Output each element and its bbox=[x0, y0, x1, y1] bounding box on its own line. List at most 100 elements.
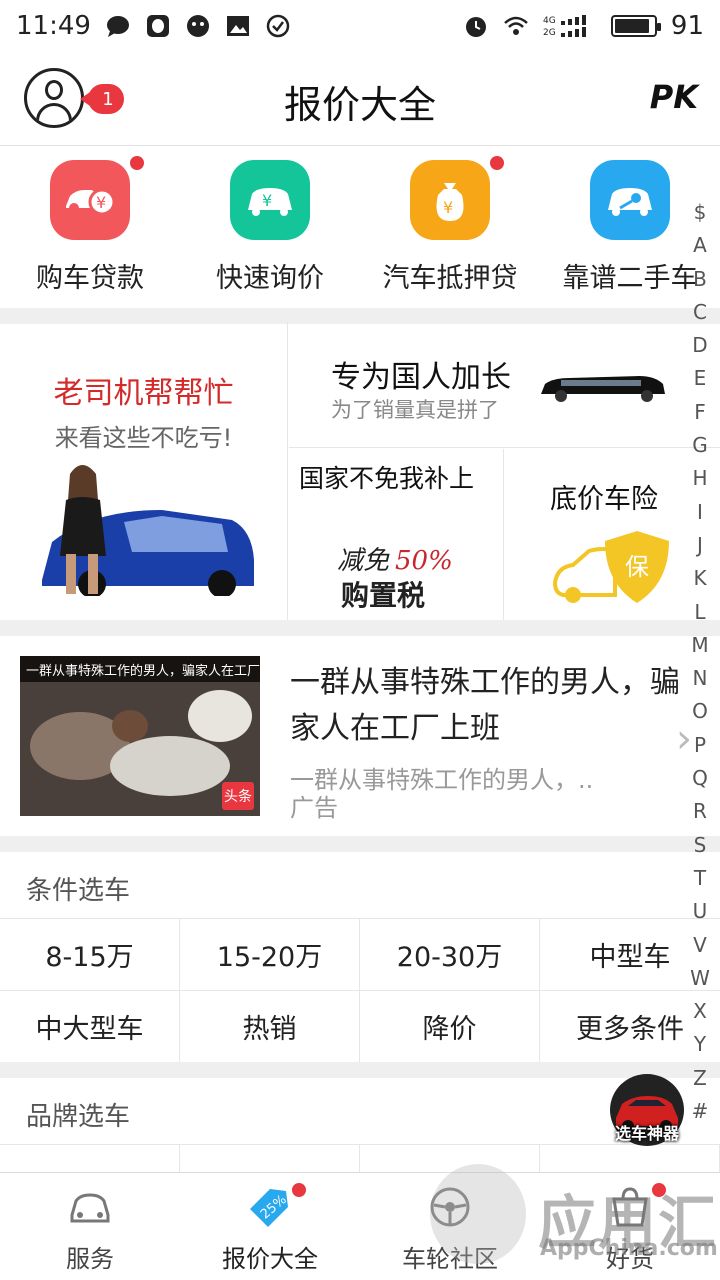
svg-text:¥: ¥ bbox=[96, 193, 106, 212]
steering-wheel-icon bbox=[426, 1185, 474, 1229]
promo-extended-car[interactable]: 专为国人加长 为了销量真是拼了 bbox=[289, 322, 720, 448]
index-letter[interactable]: N bbox=[693, 662, 708, 695]
car-picker-label: 选车神器 bbox=[614, 1124, 679, 1143]
svg-text:购置税: 购置税 bbox=[341, 579, 425, 612]
index-letter[interactable]: V bbox=[693, 929, 707, 962]
section-divider bbox=[0, 620, 720, 636]
condition-section-title: 条件选车 bbox=[26, 876, 131, 906]
service-item-1[interactable]: ¥ 购车贷款 bbox=[0, 146, 180, 308]
top-header: 1 报价大全 PK bbox=[0, 52, 720, 146]
condition-option[interactable]: 20-30万 bbox=[360, 919, 540, 991]
ad-description: 一群从事特殊工作的男人，.. bbox=[290, 766, 594, 794]
service-item-2[interactable]: ¥ 快速询价 bbox=[180, 146, 360, 308]
model-with-car-image bbox=[32, 465, 256, 596]
tab-item-1[interactable]: 服务 bbox=[0, 1173, 180, 1280]
svg-text:减免: 减免 bbox=[337, 546, 390, 576]
promo-grid: 老司机帮帮忙 来看这些不吃亏! 专为国人加长 为了销量真是拼了 国家不免我补上 … bbox=[0, 322, 720, 620]
tab-label: 报价大全 bbox=[222, 1245, 318, 1273]
tab-label: 好货 bbox=[606, 1245, 654, 1273]
index-letter[interactable]: J bbox=[697, 529, 703, 562]
index-letter[interactable]: A bbox=[693, 229, 707, 262]
notification-dot bbox=[292, 1183, 306, 1197]
svg-text:保: 保 bbox=[625, 553, 649, 581]
page-title: 报价大全 bbox=[283, 83, 436, 127]
alarm-icon bbox=[465, 17, 486, 37]
condition-option[interactable]: 热销 bbox=[180, 991, 360, 1063]
tab-item-3[interactable]: 车轮社区 bbox=[360, 1173, 540, 1280]
news-ad-card[interactable]: 一群从事特殊工作的男人，骗家人在工厂上班 头条 一群从事特殊工作的男人，骗家人在… bbox=[0, 636, 720, 836]
toutiao-tag: 头条 bbox=[222, 782, 254, 810]
battery-percent: 91 bbox=[670, 11, 704, 41]
index-letter[interactable]: U bbox=[693, 895, 708, 928]
index-letter[interactable]: R bbox=[693, 795, 707, 828]
car-service-icon bbox=[66, 1185, 114, 1229]
alphabet-index[interactable]: $ A B C D E F G H I J K L M N O P Q R S T U V W X Y Z # bbox=[686, 196, 714, 1128]
brand-grid bbox=[0, 1144, 720, 1174]
promo-old-driver[interactable]: 老司机帮帮忙 来看这些不吃亏! bbox=[0, 322, 288, 620]
brand-section-title: 品牌选车 bbox=[26, 1102, 131, 1132]
service-label: 快速询价 bbox=[216, 263, 324, 294]
shopping-icon bbox=[606, 1185, 654, 1229]
insurance-shield-icon: 保 bbox=[553, 531, 669, 603]
index-letter[interactable]: T bbox=[694, 862, 706, 895]
condition-option[interactable]: 15-20万 bbox=[180, 919, 360, 991]
index-letter[interactable]: O bbox=[692, 695, 708, 728]
wifi-icon bbox=[504, 16, 528, 35]
index-letter[interactable]: X bbox=[693, 995, 707, 1028]
section-divider bbox=[0, 836, 720, 852]
wechat-icon bbox=[186, 15, 209, 37]
qq-icon bbox=[146, 15, 169, 37]
ad-thumb-caption: 一群从事特殊工作的男人，骗家人在工厂上班 bbox=[20, 656, 260, 682]
discount-tag-icon: 25% bbox=[246, 1185, 294, 1229]
status-bar: 11:49 4G 2G 91 bbox=[0, 0, 720, 52]
promo-tr-title: 专为国人加长 bbox=[331, 360, 511, 395]
promo-tax-subsidy[interactable]: 国家不免我补上 减免 50% 购置税 bbox=[289, 449, 504, 620]
index-letter[interactable]: $ bbox=[694, 196, 707, 229]
promo-left-title: 老司机帮帮忙 bbox=[53, 376, 234, 411]
index-letter[interactable]: C bbox=[693, 296, 707, 329]
gallery-icon bbox=[226, 16, 249, 36]
condition-option[interactable]: 中大型车 bbox=[0, 991, 180, 1063]
index-letter[interactable]: D bbox=[692, 329, 707, 362]
index-letter[interactable]: K bbox=[693, 562, 706, 595]
tab-item-2[interactable]: 25% 报价大全 bbox=[180, 1173, 360, 1280]
ad-title: 一群从事特殊工作的男人，骗家人在工厂上班 bbox=[290, 665, 680, 746]
condition-option[interactable]: 降价 bbox=[360, 991, 540, 1063]
index-letter[interactable]: G bbox=[692, 429, 708, 462]
promo-bl-title: 国家不免我补上 bbox=[299, 464, 475, 493]
svg-text:50%: 50% bbox=[395, 546, 453, 576]
notification-dot bbox=[130, 156, 144, 170]
tab-label: 服务 bbox=[66, 1245, 114, 1273]
index-letter[interactable]: Y bbox=[694, 1028, 706, 1061]
ad-thumbnail[interactable]: 一群从事特殊工作的男人，骗家人在工厂上班 头条 bbox=[20, 656, 260, 816]
car-picker-float-button[interactable]: 选车神器 bbox=[604, 1074, 690, 1146]
tab-label: 车轮社区 bbox=[402, 1245, 498, 1273]
key-car-icon bbox=[590, 160, 670, 240]
index-letter[interactable]: # bbox=[692, 1095, 709, 1128]
index-letter[interactable]: B bbox=[693, 263, 707, 296]
index-letter[interactable]: F bbox=[694, 396, 706, 429]
index-letter[interactable]: Q bbox=[692, 762, 708, 795]
price-inquiry-icon: ¥ bbox=[230, 160, 310, 240]
svg-text:4G: 4G bbox=[543, 16, 556, 26]
battery-icon bbox=[610, 15, 661, 37]
index-letter[interactable]: M bbox=[691, 629, 708, 662]
pk-button[interactable]: PK bbox=[650, 78, 698, 116]
index-letter[interactable]: P bbox=[694, 729, 706, 762]
index-letter[interactable]: H bbox=[692, 462, 707, 495]
svg-text:¥: ¥ bbox=[443, 198, 453, 217]
index-letter[interactable]: W bbox=[690, 962, 710, 995]
bottom-tab-bar: 服务 25% 报价大全 车轮社区 好货 bbox=[0, 1172, 720, 1280]
index-letter[interactable]: E bbox=[694, 362, 707, 395]
notification-dot bbox=[490, 156, 504, 170]
promo-br-title: 底价车险 bbox=[550, 484, 658, 515]
ad-label: 广告 bbox=[290, 794, 338, 822]
index-letter[interactable]: S bbox=[694, 829, 707, 862]
condition-option[interactable]: 8-15万 bbox=[0, 919, 180, 991]
index-letter[interactable]: I bbox=[697, 496, 703, 529]
service-item-3[interactable]: ¥ 汽车抵押贷 bbox=[360, 146, 540, 308]
index-letter[interactable]: Z bbox=[693, 1062, 707, 1095]
tab-item-4[interactable]: 好货 bbox=[540, 1173, 720, 1280]
index-letter[interactable]: L bbox=[694, 596, 705, 629]
limousine-image bbox=[541, 376, 665, 402]
